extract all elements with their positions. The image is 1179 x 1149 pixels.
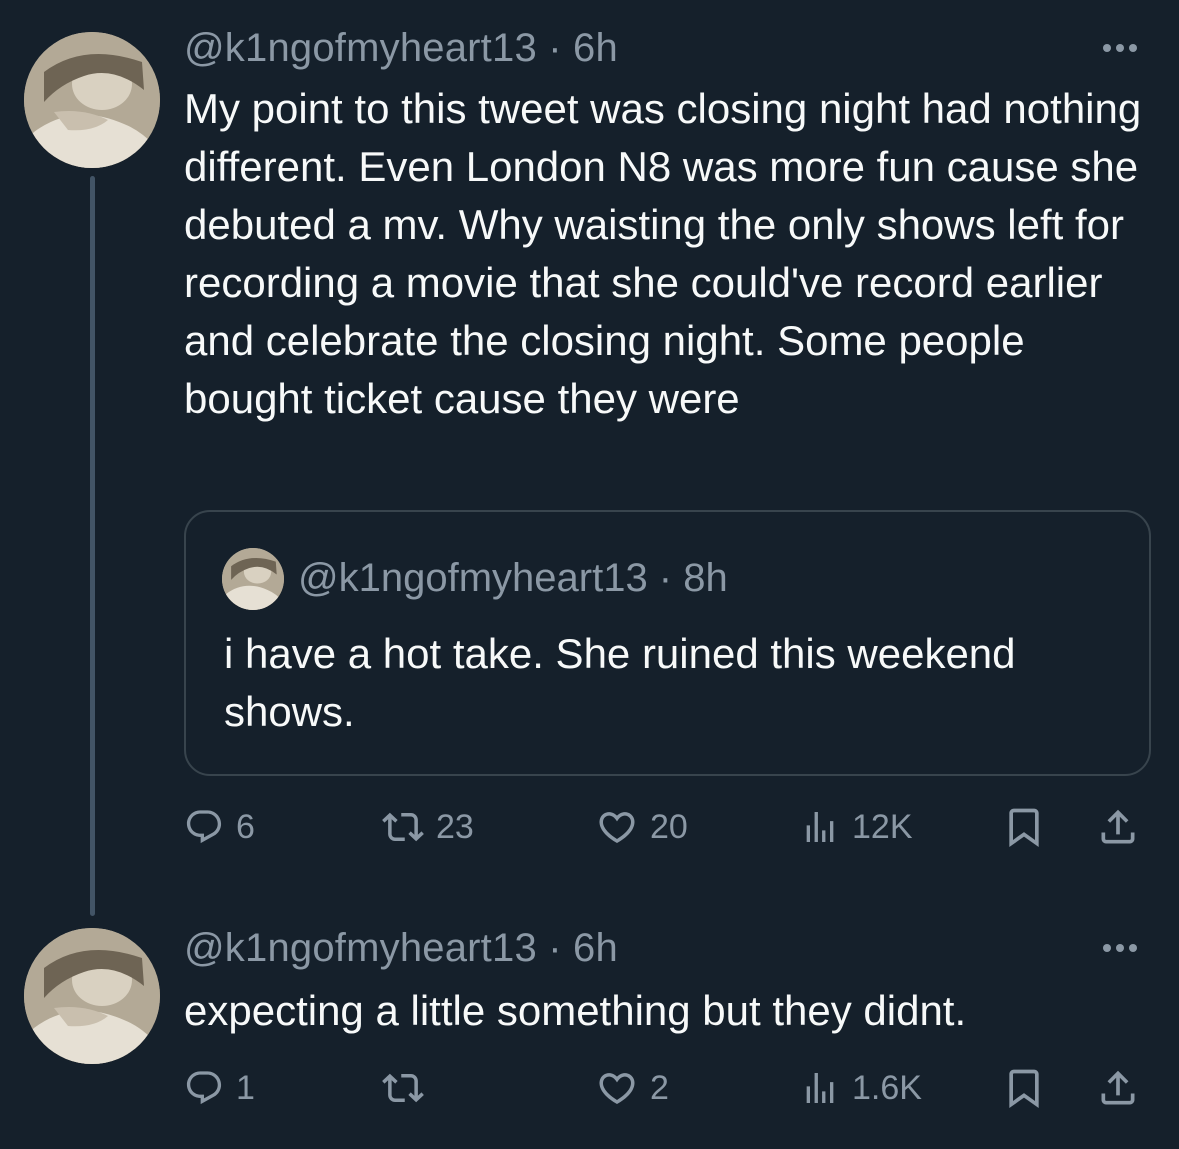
action-bar: 1 2 1.6K bbox=[184, 1058, 1154, 1118]
bookmark-button[interactable] bbox=[1002, 797, 1046, 857]
more-icon[interactable] bbox=[1103, 944, 1137, 952]
views-count: 12K bbox=[852, 807, 913, 846]
share-icon bbox=[1101, 809, 1135, 844]
quoted-avatar bbox=[222, 548, 284, 610]
bookmark-button[interactable] bbox=[1002, 1058, 1046, 1118]
author-handle[interactable]: @k1ngofmyheart13 bbox=[184, 926, 537, 970]
bookmark-icon bbox=[1009, 1069, 1039, 1109]
tweet-header: @k1ngofmyheart13 · 6h bbox=[184, 26, 618, 71]
like-count: 2 bbox=[650, 1068, 669, 1107]
avatar[interactable] bbox=[24, 928, 160, 1064]
more-icon[interactable] bbox=[1103, 44, 1137, 52]
avatar-photo bbox=[24, 32, 160, 168]
views-icon bbox=[806, 1073, 834, 1103]
avatar-photo bbox=[24, 928, 160, 1064]
share-icon bbox=[1101, 1070, 1135, 1105]
share-button[interactable] bbox=[1096, 797, 1140, 857]
tweet-text: expecting a little something but they di… bbox=[184, 987, 967, 1034]
reply-count: 1 bbox=[236, 1068, 255, 1107]
separator: · bbox=[647, 556, 684, 600]
tweet-text: My point to this tweet was closing night… bbox=[184, 85, 1142, 422]
views-count: 1.6K bbox=[852, 1068, 922, 1107]
retweet-icon bbox=[382, 1073, 424, 1103]
quoted-text: i have a hot take. She ruined this weeke… bbox=[224, 630, 1016, 735]
tweet-header: @k1ngofmyheart13 · 6h bbox=[184, 926, 618, 971]
reply-icon bbox=[186, 1071, 222, 1105]
timestamp[interactable]: 6h bbox=[573, 926, 618, 970]
quoted-timestamp: 8h bbox=[683, 556, 728, 600]
like-icon bbox=[599, 812, 635, 844]
views-icon bbox=[806, 812, 834, 842]
timestamp[interactable]: 6h bbox=[573, 26, 618, 70]
reply-button[interactable]: 6 bbox=[184, 797, 255, 857]
author-handle[interactable]: @k1ngofmyheart13 bbox=[184, 26, 537, 70]
reply-count: 6 bbox=[236, 807, 255, 846]
like-icon bbox=[599, 1073, 635, 1105]
separator: · bbox=[536, 926, 574, 970]
action-bar: 6 23 20 12K bbox=[184, 797, 1154, 857]
views-button[interactable]: 1.6K bbox=[800, 1058, 922, 1118]
reply-icon bbox=[186, 810, 222, 844]
share-button[interactable] bbox=[1096, 1058, 1140, 1118]
quoted-header: @k1ngofmyheart13 · 8h bbox=[298, 556, 728, 601]
bookmark-icon bbox=[1009, 808, 1039, 848]
retweet-icon bbox=[382, 812, 424, 842]
avatar[interactable] bbox=[24, 32, 160, 168]
views-button[interactable]: 12K bbox=[800, 797, 913, 857]
quoted-handle: @k1ngofmyheart13 bbox=[298, 556, 648, 600]
like-button[interactable]: 2 bbox=[596, 1058, 669, 1118]
separator: · bbox=[536, 26, 574, 70]
thread-line bbox=[90, 176, 95, 916]
like-count: 20 bbox=[650, 807, 688, 846]
quoted-tweet[interactable]: @k1ngofmyheart13 · 8h i have a hot take.… bbox=[184, 510, 1151, 776]
reply-button[interactable]: 1 bbox=[184, 1058, 255, 1118]
retweet-button[interactable]: 23 bbox=[382, 797, 474, 857]
like-button[interactable]: 20 bbox=[596, 797, 688, 857]
retweet-count: 23 bbox=[436, 807, 474, 846]
retweet-button[interactable] bbox=[382, 1058, 436, 1118]
